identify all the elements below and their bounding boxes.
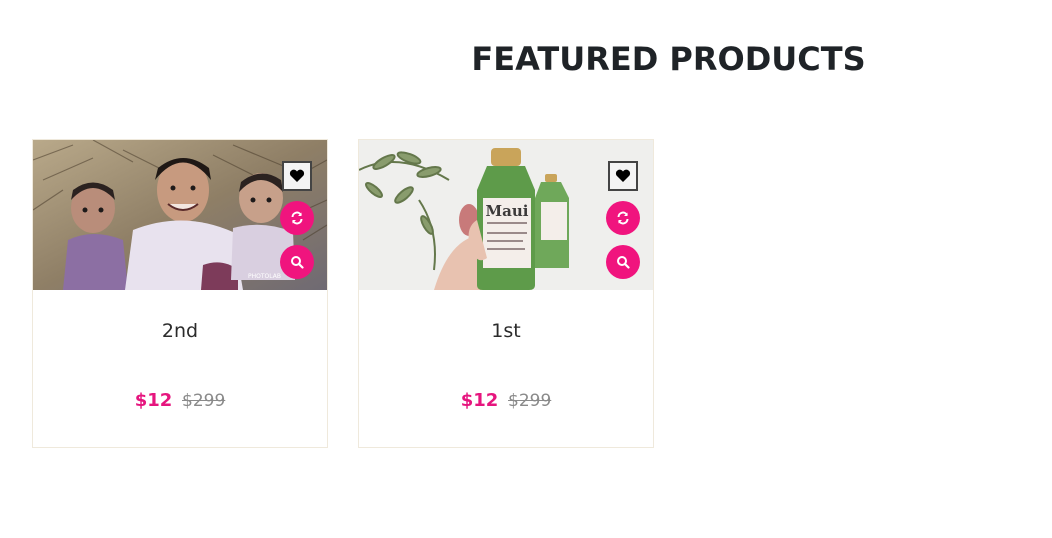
price-row: $12 $299: [33, 390, 327, 412]
heart-icon: [615, 169, 631, 182]
wishlist-button[interactable]: [608, 161, 638, 191]
search-icon: [291, 256, 304, 269]
compare-button[interactable]: [280, 201, 314, 235]
product-card[interactable]: Maui 1st $12 $299: [358, 139, 654, 448]
product-info: 1st $12 $299: [359, 320, 653, 412]
compare-button[interactable]: [606, 201, 640, 235]
quickview-button[interactable]: [606, 245, 640, 279]
price-row: $12 $299: [359, 390, 653, 412]
refresh-icon: [291, 211, 303, 225]
section-title: FEATURED PRODUCTS: [471, 40, 866, 78]
product-old-price: $299: [508, 391, 552, 411]
bottle-brand-text: Maui: [486, 202, 529, 220]
refresh-icon: [617, 211, 629, 225]
product-actions: [605, 161, 641, 279]
heart-icon: [289, 169, 305, 182]
product-grid: PHOTOLAB 2nd $12 $299 Maui 1st $12 $299: [32, 139, 654, 448]
page: FEATURED PRODUCTS PHOTOLAB 2nd $12 $299 …: [0, 0, 1052, 538]
product-name[interactable]: 1st: [359, 320, 653, 342]
product-name[interactable]: 2nd: [33, 320, 327, 342]
product-price: $12: [134, 390, 173, 411]
product-info: 2nd $12 $299: [33, 320, 327, 412]
product-price: $12: [460, 390, 499, 411]
search-icon: [617, 256, 630, 269]
product-image[interactable]: Maui: [359, 140, 653, 290]
product-image[interactable]: PHOTOLAB: [33, 140, 327, 290]
product-actions: [279, 161, 315, 279]
watermark-text: PHOTOLAB: [248, 273, 281, 280]
quickview-button[interactable]: [280, 245, 314, 279]
product-card[interactable]: PHOTOLAB 2nd $12 $299: [32, 139, 328, 448]
product-old-price: $299: [182, 391, 226, 411]
wishlist-button[interactable]: [282, 161, 312, 191]
